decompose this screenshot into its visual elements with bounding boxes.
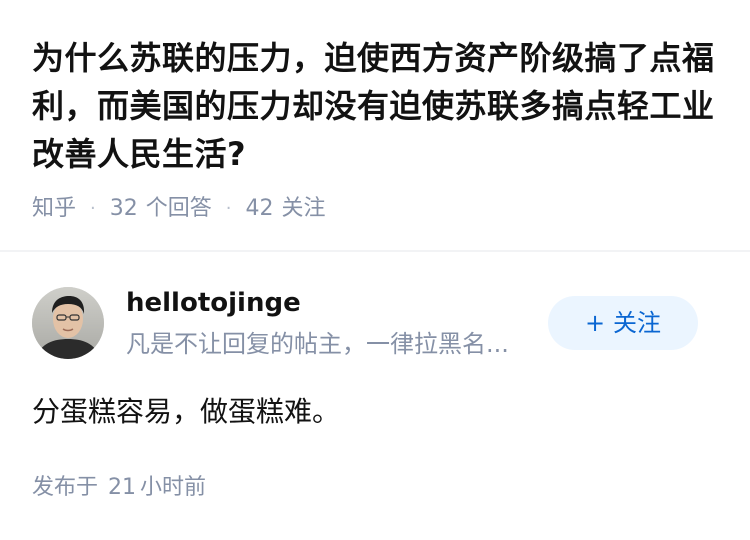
question-title[interactable]: 为什么苏联的压力，迫使西方资产阶级搞了点福利，而美国的压力却没有迫使苏联多搞点轻… [32,34,722,178]
publish-time: 发布于 21 小时前 [32,472,206,504]
publish-unit: 小时前 [140,475,207,500]
followers-label: 关注 [281,196,326,221]
avatar-photo [32,287,104,359]
zhihu-answer-page: 为什么苏联的压力，迫使西方资产阶级搞了点福利，而美国的压力却没有迫使苏联多搞点轻… [0,0,750,540]
question-meta: 知乎 · 32 个回答 · 42 关注 [32,194,718,224]
meta-separator: · [90,198,96,219]
answer-content[interactable]: 分蛋糕容易，做蛋糕难。 [32,392,340,432]
avatar[interactable] [32,287,104,359]
source-label[interactable]: 知乎 [32,194,76,224]
author-row: hellotojinge 凡是不让回复的帖主，一律拉黑名... + 关注 [32,285,718,361]
followers-count: 42 [245,196,274,221]
meta-separator: · [225,198,232,219]
author-name[interactable]: hellotojinge [126,285,301,321]
question-header: 为什么苏联的压力，迫使西方资产阶级搞了点福利，而美国的压力却没有迫使苏联多搞点轻… [0,0,750,250]
author-bio: 凡是不让回复的帖主，一律拉黑名... [126,330,509,358]
plus-icon: + [584,309,606,337]
follow-button[interactable]: + 关注 [548,296,698,350]
publish-prefix: 发布于 [32,475,99,500]
answers-count: 32 [109,196,138,221]
answer-card: hellotojinge 凡是不让回复的帖主，一律拉黑名... + 关注 分蛋糕容… [0,252,750,540]
publish-number: 21 [108,475,137,500]
answers-label[interactable]: 个回答 [146,194,212,224]
follow-label: 关注 [613,309,662,337]
